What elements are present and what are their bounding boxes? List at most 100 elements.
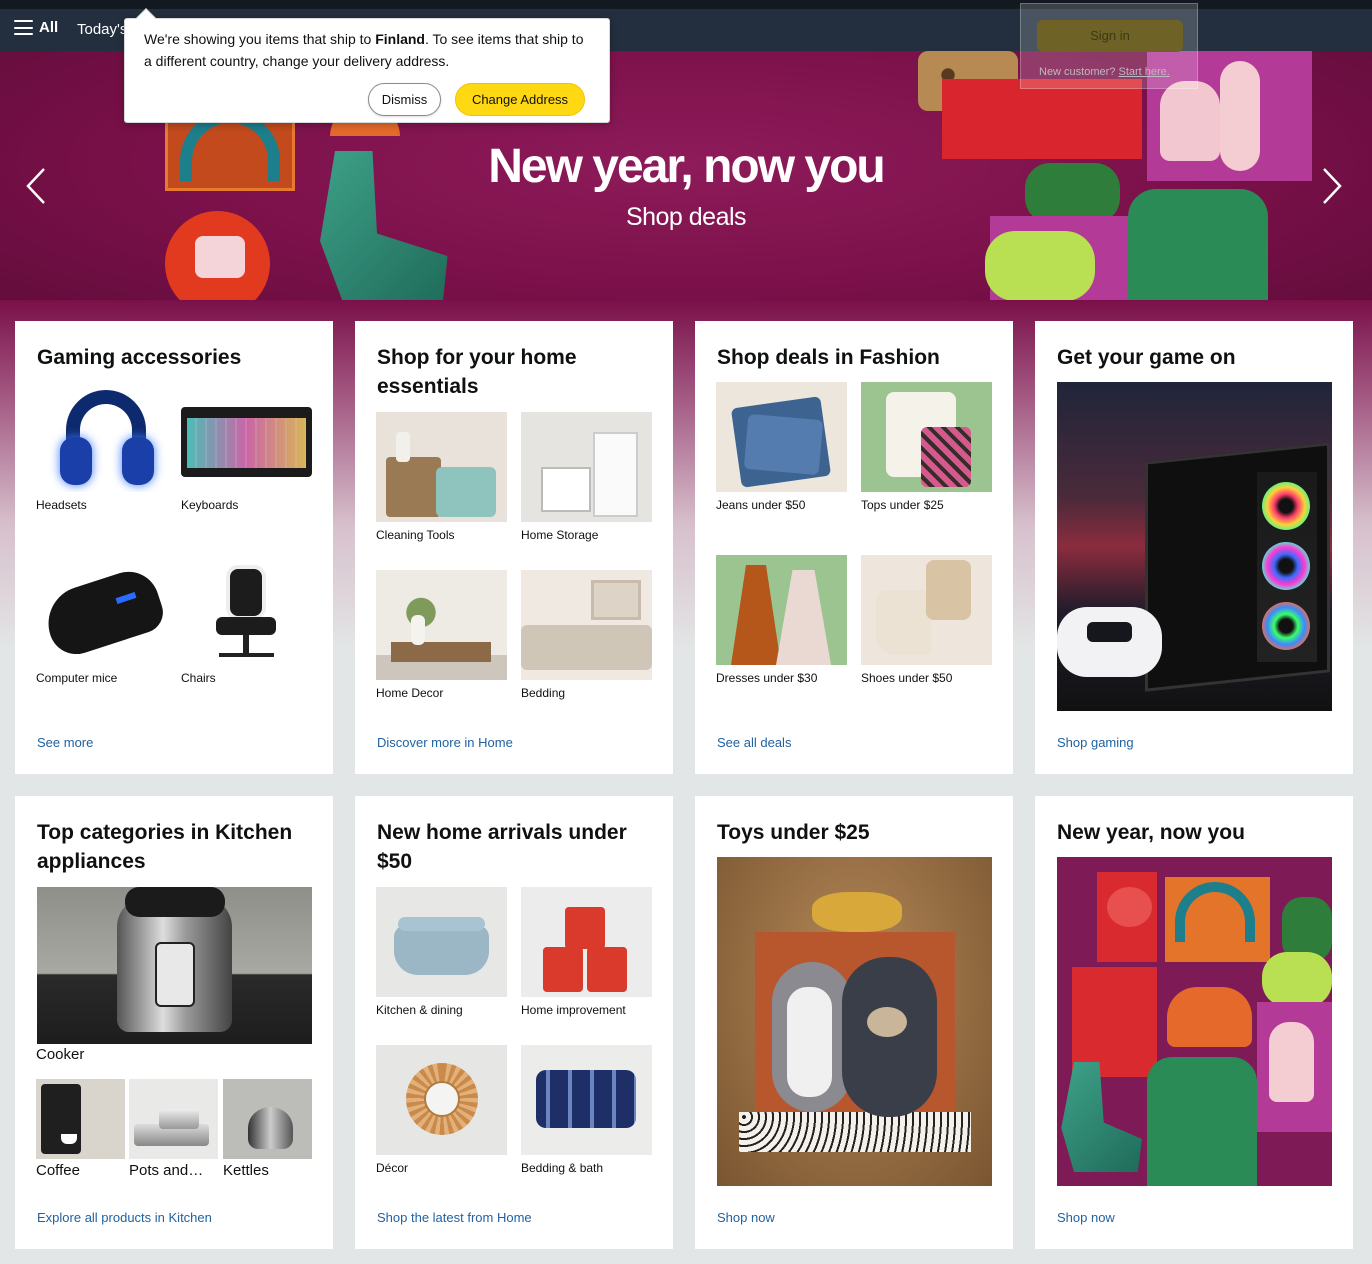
card-gaming-accessories: Gaming accessories Headsets Keyboards Co… bbox=[15, 321, 333, 774]
tile-label: Keyboards bbox=[181, 498, 239, 512]
card-new-year-now-you: New year, now you Shop now bbox=[1035, 796, 1353, 1249]
card-title: New home arrivals under $50 bbox=[377, 821, 627, 873]
tile-label: Chairs bbox=[181, 671, 216, 685]
keyboard-image bbox=[181, 382, 312, 492]
sunburst-mirror-image bbox=[376, 1045, 507, 1155]
cooker-caption: Cooker bbox=[36, 1046, 85, 1063]
all-menu-label: All bbox=[39, 19, 59, 36]
coffee-image[interactable] bbox=[36, 1079, 125, 1159]
hero-lime-controller bbox=[985, 231, 1095, 301]
chevron-left-icon bbox=[26, 168, 45, 204]
tops-image bbox=[861, 382, 992, 492]
card-fashion-deals: Shop deals in Fashion Jeans under $50 To… bbox=[695, 321, 1013, 774]
tile-label: Home Storage bbox=[521, 528, 599, 542]
shop-latest-home-link[interactable]: Shop the latest from Home bbox=[377, 1210, 532, 1225]
carousel-next-button[interactable] bbox=[1312, 161, 1352, 211]
hero-mug bbox=[195, 236, 245, 278]
tile-label: Home Decor bbox=[376, 686, 444, 700]
pillow-image bbox=[521, 1045, 652, 1155]
card-title: Gaming accessories bbox=[37, 346, 242, 369]
shoes-image bbox=[861, 555, 992, 665]
tile-computer-mice[interactable]: Computer mice bbox=[36, 555, 167, 685]
tile-tops[interactable]: Tops under $25 bbox=[861, 382, 992, 512]
dutch-oven-image bbox=[376, 887, 507, 997]
location-country: Finland bbox=[375, 31, 425, 47]
location-popover: We're showing you items that ship to Fin… bbox=[124, 8, 610, 123]
hamburger-icon bbox=[14, 20, 33, 35]
card-title: Shop for your home essentials bbox=[377, 346, 577, 398]
tile-label: Bedding & bath bbox=[521, 1161, 604, 1175]
all-menu-button[interactable]: All bbox=[14, 19, 58, 36]
card-title: Shop deals in Fashion bbox=[717, 346, 940, 369]
tile-bedding-bath[interactable]: Bedding & bath bbox=[521, 1045, 652, 1175]
new-year-collage-image[interactable] bbox=[1057, 857, 1332, 1186]
tile-kitchen-dining[interactable]: Kitchen & dining bbox=[376, 887, 507, 1017]
headset-image bbox=[36, 382, 167, 492]
tile-cleaning-tools[interactable]: Cleaning Tools bbox=[376, 412, 507, 542]
chair-image bbox=[181, 555, 312, 665]
bedding-image bbox=[521, 570, 652, 680]
dresses-image bbox=[716, 555, 847, 665]
change-address-button[interactable]: Change Address bbox=[455, 83, 585, 116]
tile-label: Jeans under $50 bbox=[716, 498, 806, 512]
tile-label: Kitchen & dining bbox=[376, 1003, 463, 1017]
tile-label: Dresses under $30 bbox=[716, 671, 818, 685]
tile-chairs[interactable]: Chairs bbox=[181, 555, 312, 685]
tile-label: Bedding bbox=[521, 686, 566, 700]
home-decor-image bbox=[376, 570, 507, 680]
hero-title: New year, now you bbox=[488, 140, 885, 193]
tile-home-storage[interactable]: Home Storage bbox=[521, 412, 652, 542]
card-toys-under-25: Toys under $25 Shop now bbox=[695, 796, 1013, 1249]
todays-deals-link[interactable]: Today's Deals bbox=[77, 21, 127, 38]
tile-home-improvement[interactable]: Home improvement bbox=[521, 887, 652, 1017]
gaming-pc-image[interactable] bbox=[1057, 382, 1332, 711]
carousel-prev-button[interactable] bbox=[16, 161, 56, 211]
card-new-home-arrivals: New home arrivals under $50 Kitchen & di… bbox=[355, 796, 673, 1249]
see-all-deals-link[interactable]: See all deals bbox=[717, 735, 791, 750]
tile-label: Tops under $25 bbox=[861, 498, 944, 512]
signin-flyout: Sign in New customer? Start here. bbox=[1020, 3, 1198, 89]
location-message-prefix: We're showing you items that ship to bbox=[144, 31, 376, 47]
shop-gaming-link[interactable]: Shop gaming bbox=[1057, 735, 1134, 750]
shop-now-new-year-link[interactable]: Shop now bbox=[1057, 1210, 1115, 1225]
mouse-image bbox=[36, 555, 167, 665]
shop-now-toys-link[interactable]: Shop now bbox=[717, 1210, 775, 1225]
card-title: Top categories in Kitchen appliances bbox=[37, 821, 293, 873]
tile-home-decor[interactable]: Home Decor bbox=[376, 570, 507, 700]
tile-headsets[interactable]: Headsets bbox=[36, 382, 167, 512]
pots-image[interactable] bbox=[129, 1079, 218, 1159]
start-here-link[interactable]: Start here. bbox=[1118, 66, 1169, 78]
dismiss-button[interactable]: Dismiss bbox=[368, 83, 441, 116]
explore-kitchen-link[interactable]: Explore all products in Kitchen bbox=[37, 1210, 212, 1225]
kettle-image[interactable] bbox=[223, 1079, 312, 1159]
see-more-link[interactable]: See more bbox=[37, 735, 93, 750]
tile-label: Shoes under $50 bbox=[861, 671, 953, 685]
cooker-image[interactable] bbox=[37, 887, 312, 1044]
tile-decor[interactable]: Décor bbox=[376, 1045, 507, 1175]
location-message: We're showing you items that ship to Fin… bbox=[144, 28, 594, 72]
tile-bedding[interactable]: Bedding bbox=[521, 570, 652, 700]
card-title: Toys under $25 bbox=[717, 821, 870, 844]
tile-jeans[interactable]: Jeans under $50 bbox=[716, 382, 847, 512]
signin-button[interactable]: Sign in bbox=[1037, 20, 1183, 52]
card-home-essentials: Shop for your home essentials Cleaning T… bbox=[355, 321, 673, 774]
tile-shoes[interactable]: Shoes under $50 bbox=[861, 555, 992, 685]
plush-toys-image[interactable] bbox=[717, 857, 992, 1186]
tile-label: Computer mice bbox=[36, 671, 118, 685]
tile-label: Headsets bbox=[36, 498, 87, 512]
cleaning-tools-image bbox=[376, 412, 507, 522]
tile-dresses[interactable]: Dresses under $30 bbox=[716, 555, 847, 685]
card-title: Get your game on bbox=[1057, 346, 1236, 369]
tile-keyboards[interactable]: Keyboards bbox=[181, 382, 312, 512]
card-title: New year, now you bbox=[1057, 821, 1245, 844]
coffee-caption: Coffee bbox=[36, 1162, 80, 1179]
kettles-caption: Kettles bbox=[223, 1162, 269, 1179]
paint-cans-image bbox=[521, 887, 652, 997]
pots-caption: Pots and… bbox=[129, 1162, 204, 1179]
new-customer-text: New customer? Start here. bbox=[1039, 66, 1170, 78]
card-kitchen-appliances: Top categories in Kitchen appliances Coo… bbox=[15, 796, 333, 1249]
tile-label: Home improvement bbox=[521, 1003, 626, 1017]
jeans-image bbox=[716, 382, 847, 492]
discover-more-home-link[interactable]: Discover more in Home bbox=[377, 735, 513, 750]
hero-subtitle: Shop deals bbox=[625, 203, 747, 231]
